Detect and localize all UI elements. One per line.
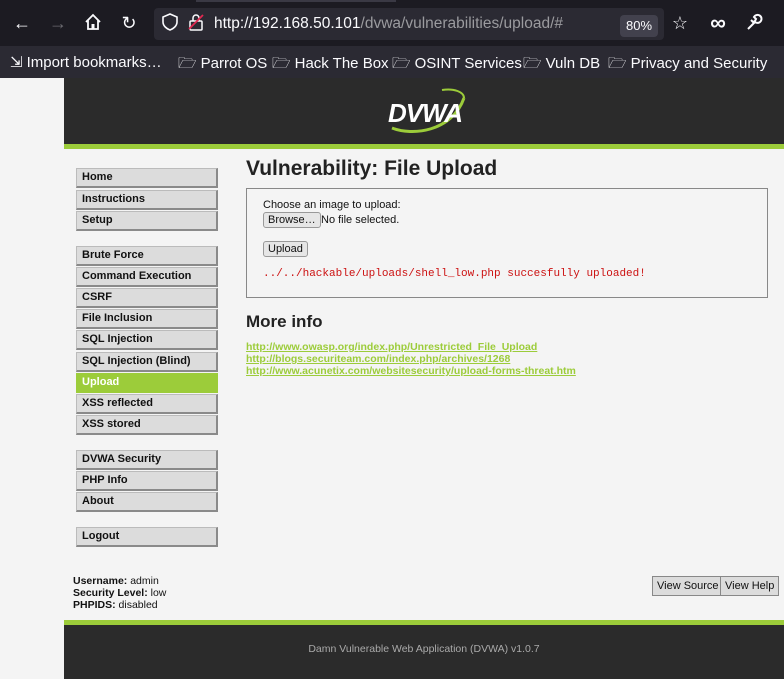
url-bar[interactable]: http://192.168.50.101/dvwa/vulnerabiliti… <box>154 8 664 40</box>
bookmark-folder-osint[interactable]: 🗁 OSINT Services <box>392 53 522 78</box>
url-host: http://192.168.50.101 <box>214 15 361 32</box>
menu-item-sql-injection[interactable]: SQL Injection <box>76 330 218 350</box>
more-info-links: http://www.owasp.org/index.php/Unrestric… <box>246 341 576 377</box>
bookmark-label: Parrot OS <box>200 55 268 72</box>
menu-item-sql-injection-blind[interactable]: SQL Injection (Blind) <box>76 352 218 372</box>
dvwa-page: DVWA Home Instructions Setup Brute Force… <box>0 78 784 679</box>
security-level-row: Security Level: low <box>73 587 166 599</box>
browse-button[interactable]: Browse… <box>263 212 321 228</box>
username-value: admin <box>130 575 159 587</box>
link-owasp[interactable]: http://www.owasp.org/index.php/Unrestric… <box>246 341 576 353</box>
link-securiteam[interactable]: http://blogs.securiteam.com/index.php/ar… <box>246 353 576 365</box>
menu-item-setup[interactable]: Setup <box>76 211 218 231</box>
import-icon: ⇲ <box>10 54 23 71</box>
page-header: DVWA <box>64 78 784 149</box>
phpids-row: PHPIDS: disabled <box>73 599 166 611</box>
url-text[interactable]: http://192.168.50.101/dvwa/vulnerabiliti… <box>214 15 563 33</box>
phpids-label: PHPIDS: <box>73 599 116 611</box>
choose-label: Choose an image to upload: <box>263 199 401 211</box>
menu-item-dvwa-security[interactable]: DVWA Security <box>76 450 218 470</box>
dvwa-logo: DVWA <box>382 86 468 136</box>
zoom-level[interactable]: 80% <box>620 15 658 37</box>
view-help-button[interactable]: View Help <box>720 576 780 596</box>
url-path: /dvwa/vulnerabilities/upload/# <box>360 15 564 32</box>
menu-item-file-inclusion[interactable]: File Inclusion <box>76 309 218 329</box>
bookmark-label: OSINT Services <box>414 55 522 72</box>
shield-icon[interactable] <box>160 13 180 33</box>
menu-item-php-info[interactable]: PHP Info <box>76 471 218 491</box>
bookmarks-bar: ⇲ Import bookmarks… 🗁 Parrot OS 🗁 Hack The … <box>0 46 784 78</box>
view-source-button[interactable]: View Source <box>652 576 724 596</box>
tab-strip-edge <box>196 0 396 2</box>
user-info: Username: admin Security Level: low PHPI… <box>73 575 166 611</box>
menu-item-xss-stored[interactable]: XSS stored <box>76 415 218 435</box>
page-title: Vulnerability: File Upload <box>246 157 498 180</box>
menu-item-xss-reflected[interactable]: XSS reflected <box>76 394 218 414</box>
bookmark-folder-vulndb[interactable]: 🗁 Vuln DB <box>523 53 600 78</box>
menu-item-brute-force[interactable]: Brute Force <box>76 246 218 266</box>
page-footer: Damn Vulnerable Web Application (DVWA) v… <box>64 620 784 679</box>
footer-text: Damn Vulnerable Web Application (DVWA) v… <box>308 643 540 655</box>
menu-item-upload[interactable]: Upload <box>76 373 218 393</box>
phpids-value: disabled <box>118 599 158 611</box>
infinity-icon[interactable]: ∞ <box>708 12 728 34</box>
menu-item-home[interactable]: Home <box>76 168 218 188</box>
folder-icon: 🗁 <box>178 55 197 72</box>
folder-icon: 🗁 <box>523 55 542 72</box>
bookmark-label: Vuln DB <box>545 55 601 72</box>
security-label: Security Level: <box>73 587 148 599</box>
bookmark-label: Import bookmarks… <box>26 54 162 71</box>
forward-icon[interactable]: → <box>48 13 68 33</box>
folder-icon: 🗁 <box>392 55 411 72</box>
upload-form: Choose an image to upload: Browse… No fi… <box>246 188 768 298</box>
logo-text: DVWA <box>388 98 463 128</box>
bookmark-folder-htb[interactable]: 🗁 Hack The Box <box>272 53 389 78</box>
menu-item-logout[interactable]: Logout <box>76 527 218 547</box>
folder-icon: 🗁 <box>608 55 627 72</box>
wrench-icon[interactable] <box>744 13 764 33</box>
menu-item-about[interactable]: About <box>76 492 218 512</box>
upload-success-message: ../../hackable/uploads/shell_low.php suc… <box>263 268 646 280</box>
home-icon[interactable] <box>83 13 103 33</box>
reload-icon[interactable]: ↻ <box>119 13 139 33</box>
folder-icon: 🗁 <box>272 55 291 72</box>
no-file-text: No file selected. <box>321 214 400 226</box>
upload-button[interactable]: Upload <box>263 241 308 257</box>
browser-toolbar: ← → ↻ http://192.168.50.101/dvwa/vulnera… <box>0 0 784 46</box>
bookmark-label: Privacy and Security <box>630 55 768 72</box>
bookmark-folder-parrot[interactable]: 🗁 Parrot OS <box>178 53 267 78</box>
username-label: Username: <box>73 575 128 587</box>
bookmark-import[interactable]: ⇲ Import bookmarks… <box>10 53 162 71</box>
menu-item-csrf[interactable]: CSRF <box>76 288 218 308</box>
star-icon[interactable]: ☆ <box>670 13 690 33</box>
security-value: low <box>150 587 167 599</box>
bookmark-folder-privacy[interactable]: 🗁 Privacy and Security <box>608 53 767 78</box>
menu-item-instructions[interactable]: Instructions <box>76 190 218 210</box>
username-row: Username: admin <box>73 575 166 587</box>
back-icon[interactable]: ← <box>12 13 32 33</box>
menu-item-command-execution[interactable]: Command Execution <box>76 267 218 287</box>
link-acunetix[interactable]: http://www.acunetix.com/websitesecurity/… <box>246 365 576 377</box>
lock-icon[interactable] <box>186 13 206 33</box>
bookmark-label: Hack The Box <box>294 55 389 72</box>
more-info-heading: More info <box>246 312 323 331</box>
